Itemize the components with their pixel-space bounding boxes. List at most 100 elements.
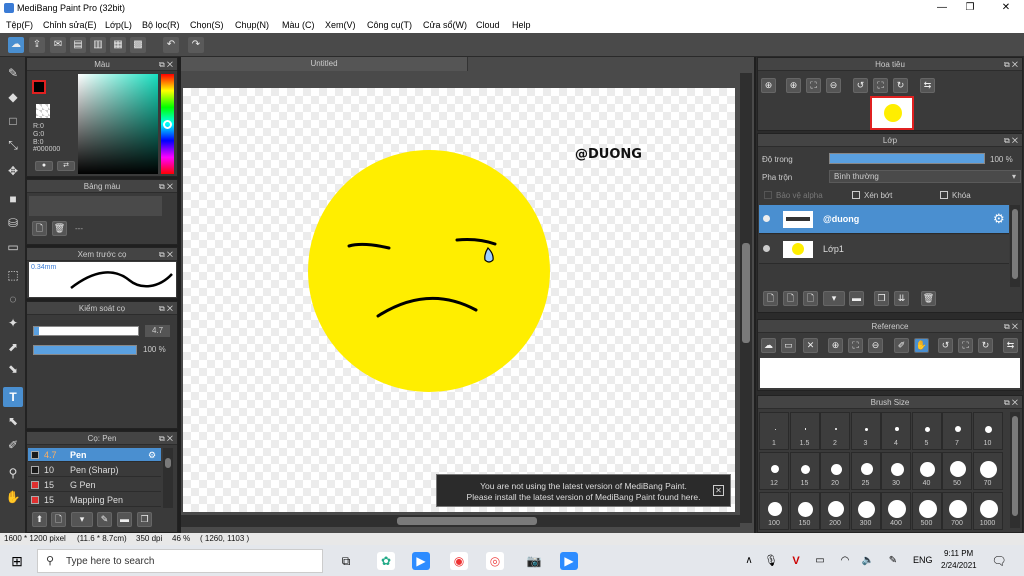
menu-color[interactable]: Màu (C) bbox=[282, 20, 315, 30]
visibility-icon[interactable] bbox=[763, 245, 770, 252]
brush-item[interactable]: 15 G Pen bbox=[28, 478, 161, 492]
divide-tool-icon[interactable]: ✐ bbox=[3, 435, 23, 455]
rotate-left-icon[interactable]: ↺ bbox=[853, 78, 868, 93]
volume-icon[interactable]: 🔈 bbox=[859, 552, 877, 570]
brush-size-cell[interactable]: 7 bbox=[942, 412, 972, 450]
microphone-icon[interactable]: 🎙 bbox=[762, 552, 780, 570]
canvas-vertical-scrollbar[interactable] bbox=[740, 73, 752, 523]
comment-icon[interactable]: ✉ bbox=[50, 37, 66, 53]
duplicate-layer-icon[interactable]: ❐ bbox=[874, 291, 889, 306]
brush-size-value[interactable]: 4.7 bbox=[145, 325, 170, 337]
panel-close-icon[interactable]: ⧉ ✕ bbox=[159, 58, 173, 71]
menu-help[interactable]: Help bbox=[512, 20, 531, 30]
menu-filter[interactable]: Bộ lọc(R) bbox=[142, 20, 180, 30]
panel-close-icon[interactable]: ⧉ ✕ bbox=[1004, 320, 1018, 333]
move-tool-icon[interactable]: ✥ bbox=[3, 161, 23, 181]
select-pen-tool-icon[interactable]: ⬈ bbox=[3, 337, 23, 357]
gear-icon[interactable]: ⚙ bbox=[993, 211, 1005, 227]
layer-menu-icon[interactable]: ▾ bbox=[823, 291, 845, 306]
brush-size-cell[interactable]: 12 bbox=[759, 452, 789, 490]
menu-select[interactable]: Chọn(S) bbox=[190, 20, 224, 30]
fill-rect-tool-icon[interactable]: ■ bbox=[3, 189, 23, 209]
panel-close-icon[interactable]: ⧉ ✕ bbox=[1004, 134, 1018, 147]
panel-close-icon[interactable]: ⧉ ✕ bbox=[159, 302, 173, 315]
rotate-right-icon[interactable]: ↻ bbox=[893, 78, 908, 93]
zoom-out-icon[interactable]: ⊖ bbox=[826, 78, 841, 93]
panel-close-icon[interactable]: ⧉ ✕ bbox=[1004, 58, 1018, 71]
zoom-in-icon[interactable]: ⊕ bbox=[761, 78, 776, 93]
add-palette-icon[interactable]: 🗋 bbox=[32, 221, 47, 236]
rotate-left-icon[interactable]: ↺ bbox=[938, 338, 953, 353]
zoom-app-icon[interactable]: ▶ bbox=[412, 552, 430, 570]
foreground-color-swatch[interactable] bbox=[32, 80, 46, 94]
brush-list-scrollbar[interactable] bbox=[163, 448, 173, 508]
menu-capture[interactable]: Chụp(N) bbox=[235, 20, 269, 30]
brush-opacity-slider[interactable] bbox=[33, 345, 137, 355]
brush-size-cell[interactable]: 10 bbox=[972, 412, 1003, 450]
brush-size-cell[interactable]: 50 bbox=[942, 452, 972, 490]
cloud-icon[interactable]: ☁ bbox=[8, 37, 24, 53]
clipping-checkbox[interactable] bbox=[852, 191, 860, 199]
redo-icon[interactable]: ↷ bbox=[188, 37, 204, 53]
select-tool-icon[interactable]: ⬚ bbox=[3, 265, 23, 285]
layer-row[interactable]: Lớp1 bbox=[759, 235, 1009, 264]
visibility-icon[interactable] bbox=[763, 215, 770, 222]
brush-tool-icon[interactable]: ✎ bbox=[3, 63, 23, 83]
brush-size-cell[interactable]: 3 bbox=[850, 412, 881, 450]
merge-layer-icon[interactable]: ⇊ bbox=[894, 291, 909, 306]
layer-opacity-slider[interactable] bbox=[829, 153, 985, 164]
menu-layer[interactable]: Lớp(L) bbox=[105, 20, 132, 30]
brush-size-cell[interactable]: 70 bbox=[972, 452, 1003, 490]
close-icon[interactable]: ✕ bbox=[803, 338, 818, 353]
brush-size-scrollbar[interactable] bbox=[1010, 412, 1020, 528]
brush-size-cell[interactable]: 500 bbox=[911, 492, 942, 530]
brush-size-slider[interactable] bbox=[33, 326, 139, 336]
brush-settings-icon[interactable]: ✎ bbox=[97, 512, 112, 527]
brush-size-cell[interactable]: 400 bbox=[881, 492, 911, 530]
camera-icon[interactable]: 📷 bbox=[525, 552, 543, 570]
page-icon[interactable]: ▥ bbox=[90, 37, 106, 53]
transparent-swatch[interactable] bbox=[36, 104, 50, 118]
new-8bit-layer-icon[interactable]: 🗋 bbox=[803, 291, 818, 306]
wifi-icon[interactable]: ◠ bbox=[836, 552, 854, 570]
gear-icon[interactable]: ⚙ bbox=[148, 448, 156, 462]
new-layer-icon[interactable]: 🗋 bbox=[763, 291, 778, 306]
zoom-in-icon[interactable]: ⊕ bbox=[828, 338, 843, 353]
rectangle-tool-icon[interactable]: □ bbox=[3, 111, 23, 131]
dot-tool-icon[interactable]: ⤡ bbox=[3, 135, 23, 155]
eyedropper-icon[interactable]: ✐ bbox=[894, 338, 909, 353]
share-icon[interactable]: ⇪ bbox=[29, 37, 45, 53]
undo-icon[interactable]: ↶ bbox=[163, 37, 179, 53]
menu-tools[interactable]: Công cụ(T) bbox=[367, 20, 412, 30]
brush-item[interactable]: 4.7 Pen ⚙ bbox=[28, 448, 161, 462]
delete-layer-icon[interactable]: 🗑 bbox=[921, 291, 936, 306]
notification-icon[interactable]: 🗨 bbox=[990, 552, 1008, 570]
flip-icon[interactable]: ⇆ bbox=[920, 78, 935, 93]
menu-file[interactable]: Tệp(F) bbox=[6, 20, 33, 30]
layers-scrollbar[interactable] bbox=[1010, 205, 1020, 287]
zoom-in-icon[interactable]: ⊕ bbox=[786, 78, 801, 93]
navigator-thumbnail[interactable] bbox=[870, 96, 914, 130]
hue-slider-handle[interactable] bbox=[163, 120, 172, 129]
brush-size-cell[interactable]: 20 bbox=[820, 452, 850, 490]
brush-item[interactable]: 15 Mapping Pen bbox=[28, 493, 161, 507]
brush-size-cell[interactable]: 40 bbox=[911, 452, 942, 490]
add-brush-icon[interactable]: ⬆ bbox=[32, 512, 47, 527]
panel-close-icon[interactable]: ⧉ ✕ bbox=[159, 180, 173, 193]
vivaldi-icon[interactable]: V bbox=[787, 552, 805, 570]
select-eraser-tool-icon[interactable]: ⬊ bbox=[3, 359, 23, 379]
brush-size-cell[interactable]: 200 bbox=[820, 492, 850, 530]
brush-folder-icon[interactable]: ▬ bbox=[117, 512, 132, 527]
fit-window-icon[interactable]: ⛶ bbox=[873, 78, 888, 93]
gradient-tool-icon[interactable]: ▭ bbox=[3, 237, 23, 257]
brush-size-cell[interactable]: 150 bbox=[789, 492, 820, 530]
windows-start-icon[interactable]: ⊞ bbox=[8, 552, 26, 570]
operation-tool-icon[interactable]: ⬉ bbox=[3, 411, 23, 431]
rotate-right-icon[interactable]: ↻ bbox=[978, 338, 993, 353]
bucket-tool-icon[interactable]: ⛁ bbox=[3, 213, 23, 233]
folder-icon[interactable]: ▬ bbox=[849, 291, 864, 306]
fit-icon[interactable]: ⛶ bbox=[848, 338, 863, 353]
eyedropper-tool-icon[interactable]: ⚲ bbox=[3, 463, 23, 483]
maximize-icon[interactable]: ❐ bbox=[960, 2, 980, 13]
eraser-tool-icon[interactable]: ◆ bbox=[3, 87, 23, 107]
